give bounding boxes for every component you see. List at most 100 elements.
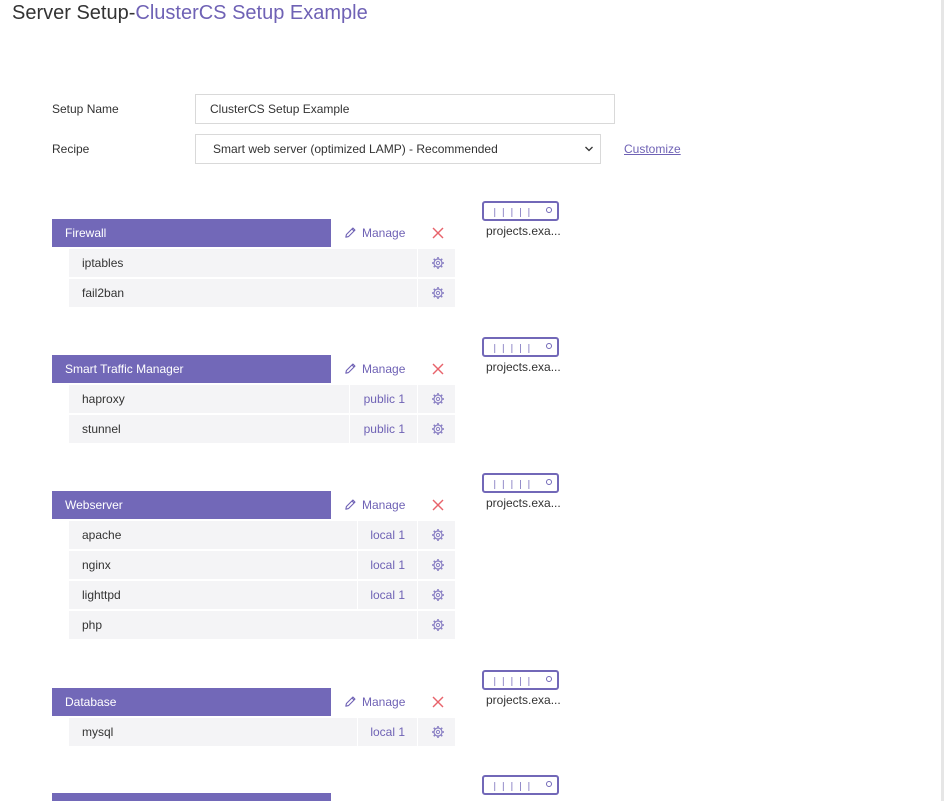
server-vents: ❘❘❘❘❘ xyxy=(491,479,534,489)
server-vents: ❘❘❘❘❘ xyxy=(491,207,534,217)
pencil-icon xyxy=(345,499,356,510)
server-node[interactable]: ❘❘❘❘❘ projects.exa... xyxy=(482,473,582,513)
server-vents: ❘❘❘❘❘ xyxy=(491,781,534,791)
server-led xyxy=(546,207,552,213)
manage-label: Manage xyxy=(362,695,406,709)
service-group: Webserver Manage apache local 1 nginx local 1… xyxy=(52,491,572,641)
server-led xyxy=(546,781,552,787)
pencil-icon xyxy=(345,696,356,707)
recipe-label: Recipe xyxy=(52,142,90,156)
service-name: mysql xyxy=(82,725,114,739)
page-title-prefix: Server Setup- xyxy=(12,2,136,24)
close-icon[interactable] xyxy=(431,498,445,512)
setup-name-input[interactable] xyxy=(195,94,615,124)
service-name: fail2ban xyxy=(82,286,125,300)
row-divider xyxy=(417,581,418,609)
service-tag[interactable]: public 1 xyxy=(364,415,405,443)
server-node[interactable]: ❘❘❘❘❘ projects.exa... xyxy=(482,337,582,377)
page: Server Setup-ClusterCS Setup Example Set… xyxy=(0,0,944,801)
service-name: php xyxy=(82,618,103,632)
server-icon: ❘❘❘❘❘ xyxy=(482,670,559,690)
server-icon: ❘❘❘❘❘ xyxy=(482,201,559,221)
row-divider xyxy=(357,551,358,579)
manage-button[interactable]: Manage xyxy=(344,491,405,519)
row-divider xyxy=(417,718,418,746)
gear-icon[interactable] xyxy=(431,618,445,632)
service-row: haproxy public 1 xyxy=(69,385,455,413)
recipe-select[interactable]: Smart web server (optimized LAMP) - Reco… xyxy=(195,134,601,164)
gear-icon[interactable] xyxy=(431,558,445,572)
gear-icon[interactable] xyxy=(431,286,445,300)
server-icon: ❘❘❘❘❘ xyxy=(482,775,559,795)
close-icon[interactable] xyxy=(431,695,445,709)
service-name: nginx xyxy=(82,558,111,572)
server-led xyxy=(546,676,552,682)
gear-icon[interactable] xyxy=(431,422,445,436)
pencil-icon xyxy=(345,227,356,238)
close-icon[interactable] xyxy=(431,226,445,240)
server-name: projects.exa... xyxy=(486,360,561,374)
row-divider xyxy=(357,521,358,549)
service-row: nginx local 1 xyxy=(69,551,455,579)
manage-label: Manage xyxy=(362,226,406,240)
customize-link[interactable]: Customize xyxy=(624,134,681,164)
row-divider xyxy=(357,581,358,609)
server-name: projects.exa... xyxy=(486,224,561,238)
service-row: lighttpd local 1 xyxy=(69,581,455,609)
service-tag[interactable]: local 1 xyxy=(370,581,405,609)
service-name: haproxy xyxy=(82,392,125,406)
service-tag[interactable]: public 1 xyxy=(364,385,405,413)
server-led xyxy=(546,343,552,349)
row-divider xyxy=(417,385,418,413)
row-divider xyxy=(417,611,418,639)
server-vents: ❘❘❘❘❘ xyxy=(491,343,534,353)
gear-icon[interactable] xyxy=(431,588,445,602)
server-icon: ❘❘❘❘❘ xyxy=(482,473,559,493)
manage-label: Manage xyxy=(362,498,406,512)
gear-icon[interactable] xyxy=(431,256,445,270)
service-name: apache xyxy=(82,528,122,542)
service-row: php xyxy=(69,611,455,639)
page-title-setup-name: ClusterCS Setup Example xyxy=(135,2,368,24)
manage-button[interactable]: Manage xyxy=(344,355,405,383)
gear-icon[interactable] xyxy=(431,392,445,406)
server-name: projects.exa... xyxy=(486,496,561,510)
service-row: apache local 1 xyxy=(69,521,455,549)
row-divider xyxy=(357,718,358,746)
server-node[interactable]: ❘❘❘❘❘ projects.exa... xyxy=(482,201,582,241)
row-divider xyxy=(417,415,418,443)
gear-icon[interactable] xyxy=(431,725,445,739)
service-name: iptables xyxy=(82,256,124,270)
setup-name-row: Setup Name xyxy=(52,94,712,124)
manage-button[interactable]: Manage xyxy=(344,688,405,716)
server-led xyxy=(546,479,552,485)
server-icon: ❘❘❘❘❘ xyxy=(482,337,559,357)
recipe-row: Recipe Smart web server (optimized LAMP)… xyxy=(52,134,712,164)
row-divider xyxy=(417,279,418,307)
service-name: lighttpd xyxy=(82,588,121,602)
group-header: Database xyxy=(52,688,331,716)
server-node[interactable]: ❘❘❘❘❘ xyxy=(482,775,582,801)
manage-label: Manage xyxy=(362,362,406,376)
row-divider xyxy=(349,385,350,413)
service-name: stunnel xyxy=(82,422,121,436)
recipe-select-value: Smart web server (optimized LAMP) - Reco… xyxy=(213,142,498,156)
group-header xyxy=(52,793,331,801)
gear-icon[interactable] xyxy=(431,528,445,542)
service-tag[interactable]: local 1 xyxy=(370,551,405,579)
service-tag[interactable]: local 1 xyxy=(370,521,405,549)
row-divider xyxy=(417,551,418,579)
service-tag[interactable]: local 1 xyxy=(370,718,405,746)
row-divider xyxy=(417,249,418,277)
service-row: fail2ban xyxy=(69,279,455,307)
server-name: projects.exa... xyxy=(486,693,561,707)
server-node[interactable]: ❘❘❘❘❘ projects.exa... xyxy=(482,670,582,710)
service-row: iptables xyxy=(69,249,455,277)
setup-name-label: Setup Name xyxy=(52,102,119,116)
group-header: Firewall xyxy=(52,219,331,247)
service-row: mysql local 1 xyxy=(69,718,455,746)
group-header: Smart Traffic Manager xyxy=(52,355,331,383)
manage-button[interactable]: Manage xyxy=(344,219,405,247)
chevron-down-icon xyxy=(585,146,593,152)
close-icon[interactable] xyxy=(431,362,445,376)
